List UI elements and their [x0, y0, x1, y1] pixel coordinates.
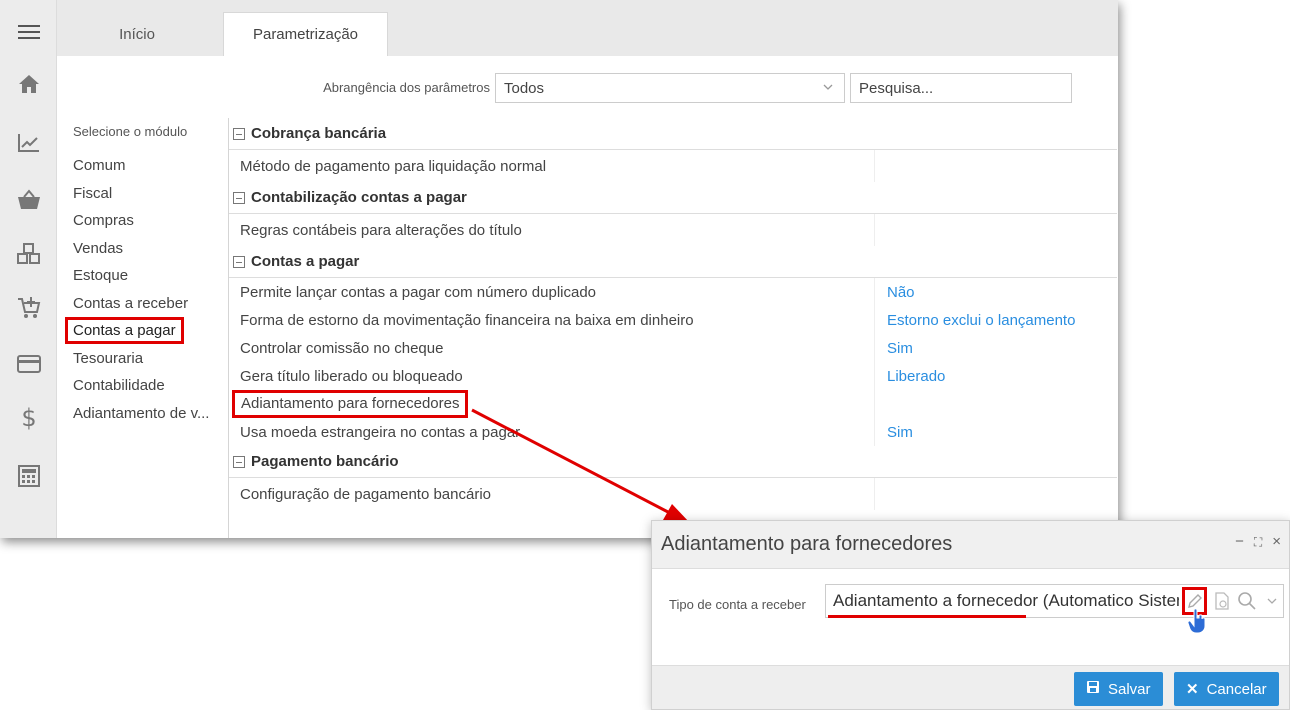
main-window: $ Início Parametrização Abrangência dos … [0, 0, 1118, 538]
param-row[interactable]: Permite lançar contas a pagar com número… [229, 278, 1117, 306]
cart-icon[interactable] [11, 290, 47, 326]
param-name: Permite lançar contas a pagar com número… [240, 283, 597, 301]
param-row[interactable]: Controlar comissão no cheque Sim [229, 334, 1117, 362]
parameters-panel: Cobrança bancária Método de pagamento pa… [229, 118, 1117, 510]
chevron-down-icon[interactable] [1262, 589, 1283, 613]
param-value[interactable]: Não [874, 278, 1117, 306]
module-item-contas-a-receber[interactable]: Contas a receber [57, 290, 229, 318]
param-name: Configuração de pagamento bancário [240, 485, 492, 503]
dialog-header: Adiantamento para fornecedores − ⛶ × [652, 521, 1289, 569]
group-contas-a-pagar[interactable]: Contas a pagar [229, 246, 1117, 278]
cancel-label: Cancelar [1206, 680, 1267, 698]
edit-dialog: Adiantamento para fornecedores − ⛶ × Tip… [651, 520, 1290, 710]
param-name: Forma de estorno da movimentação finance… [240, 311, 694, 329]
minimize-icon[interactable]: − [1235, 533, 1244, 551]
group-title: Cobrança bancária [251, 125, 387, 142]
group-title: Pagamento bancário [251, 453, 399, 470]
save-label: Salvar [1108, 680, 1151, 698]
group-pagamento-bancario[interactable]: Pagamento bancário [229, 446, 1117, 478]
module-item-compras[interactable]: Compras [57, 207, 229, 235]
document-icon[interactable] [1211, 589, 1232, 613]
param-value[interactable] [874, 214, 1117, 246]
field-value: Adiantamento a fornecedor (Automatico Si… [833, 591, 1206, 610]
field-label: Tipo de conta a receber [669, 597, 806, 612]
collapse-icon[interactable] [233, 127, 245, 140]
menu-icon[interactable] [11, 14, 47, 50]
param-row-adiantamento-fornecedores[interactable]: Adiantamento para fornecedores [229, 390, 1117, 418]
param-value[interactable]: Estorno exclui o lançamento [874, 306, 1117, 334]
close-icon[interactable]: × [1272, 533, 1281, 551]
dollar-icon[interactable]: $ [11, 400, 47, 436]
param-name: Gera título liberado ou bloqueado [240, 367, 463, 385]
scope-label: Abrangência dos parâmetros [323, 80, 490, 95]
tab-inicio[interactable]: Início [77, 12, 197, 56]
maximize-icon[interactable]: ⛶ [1254, 533, 1262, 551]
dialog-controls: − ⛶ × [1235, 533, 1281, 551]
module-item-fiscal[interactable]: Fiscal [57, 180, 229, 208]
param-value[interactable] [874, 150, 1117, 182]
save-icon [1086, 680, 1100, 698]
module-item-contas-a-pagar[interactable]: Contas a pagar [57, 317, 229, 345]
chart-trend-icon[interactable] [11, 124, 47, 160]
boxes-icon[interactable] [11, 236, 47, 272]
module-panel-header: Selecione o módulo [73, 124, 188, 139]
param-row[interactable]: Usa moeda estrangeira no contas a pagar … [229, 418, 1117, 446]
group-title: Contas a pagar [251, 253, 360, 270]
param-row[interactable]: Gera título liberado ou bloqueado Libera… [229, 362, 1117, 390]
dialog-footer: Salvar ✕ Cancelar [652, 665, 1289, 709]
home-icon[interactable] [11, 66, 47, 102]
param-row[interactable]: Método de pagamento para liquidação norm… [229, 150, 1117, 182]
highlighted-param-name: Adiantamento para fornecedores [232, 390, 469, 418]
x-icon: ✕ [1186, 681, 1199, 698]
hand-cursor-icon [1187, 608, 1209, 639]
module-item-label: Contas a pagar [65, 317, 184, 344]
annotation-underline [828, 615, 1026, 618]
search-icon[interactable] [1237, 589, 1258, 613]
param-value[interactable]: Sim [874, 334, 1117, 362]
tab-parametrizacao[interactable]: Parametrização [223, 12, 388, 56]
chevron-down-icon [822, 80, 834, 98]
card-icon[interactable] [11, 346, 47, 382]
scope-select[interactable]: Todos [495, 73, 845, 103]
group-cobranca-bancaria[interactable]: Cobrança bancária [229, 118, 1117, 150]
dialog-title: Adiantamento para fornecedores [661, 533, 953, 555]
scope-value: Todos [504, 79, 545, 97]
param-value[interactable] [874, 478, 1117, 510]
module-item-adiantamento[interactable]: Adiantamento de v... [57, 400, 229, 428]
left-sidebar: $ [0, 0, 57, 538]
basket-icon[interactable] [11, 181, 47, 217]
save-button[interactable]: Salvar [1074, 672, 1163, 706]
module-item-contabilidade[interactable]: Contabilidade [57, 372, 229, 400]
calculator-icon[interactable] [11, 458, 47, 494]
param-value[interactable]: Sim [874, 418, 1117, 446]
param-value[interactable] [874, 390, 1117, 418]
module-list: Comum Fiscal Compras Vendas Estoque Cont… [57, 152, 229, 427]
param-row[interactable]: Configuração de pagamento bancário [229, 478, 1117, 510]
collapse-icon[interactable] [233, 455, 245, 468]
collapse-icon[interactable] [233, 191, 245, 204]
param-row[interactable]: Forma de estorno da movimentação finance… [229, 306, 1117, 334]
param-name: Adiantamento para fornecedores [229, 390, 874, 418]
search-input[interactable] [850, 73, 1072, 103]
cancel-button[interactable]: ✕ Cancelar [1174, 672, 1279, 706]
group-contabilizacao-contas-a-pagar[interactable]: Contabilização contas a pagar [229, 182, 1117, 214]
module-item-tesouraria[interactable]: Tesouraria [57, 345, 229, 373]
param-value[interactable]: Liberado [874, 362, 1117, 390]
tab-bar: Início Parametrização [57, 0, 1118, 56]
module-panel: Selecione o módulo Comum Fiscal Compras … [57, 118, 229, 538]
param-name: Usa moeda estrangeira no contas a pagar [240, 423, 521, 441]
module-item-estoque[interactable]: Estoque [57, 262, 229, 290]
collapse-icon[interactable] [233, 255, 245, 268]
param-row[interactable]: Regras contábeis para alterações do títu… [229, 214, 1117, 246]
module-item-comum[interactable]: Comum [57, 152, 229, 180]
param-name: Regras contábeis para alterações do títu… [240, 221, 522, 239]
param-name: Método de pagamento para liquidação norm… [240, 157, 547, 175]
param-name: Controlar comissão no cheque [240, 339, 444, 357]
group-title: Contabilização contas a pagar [251, 189, 467, 206]
module-item-vendas[interactable]: Vendas [57, 235, 229, 263]
